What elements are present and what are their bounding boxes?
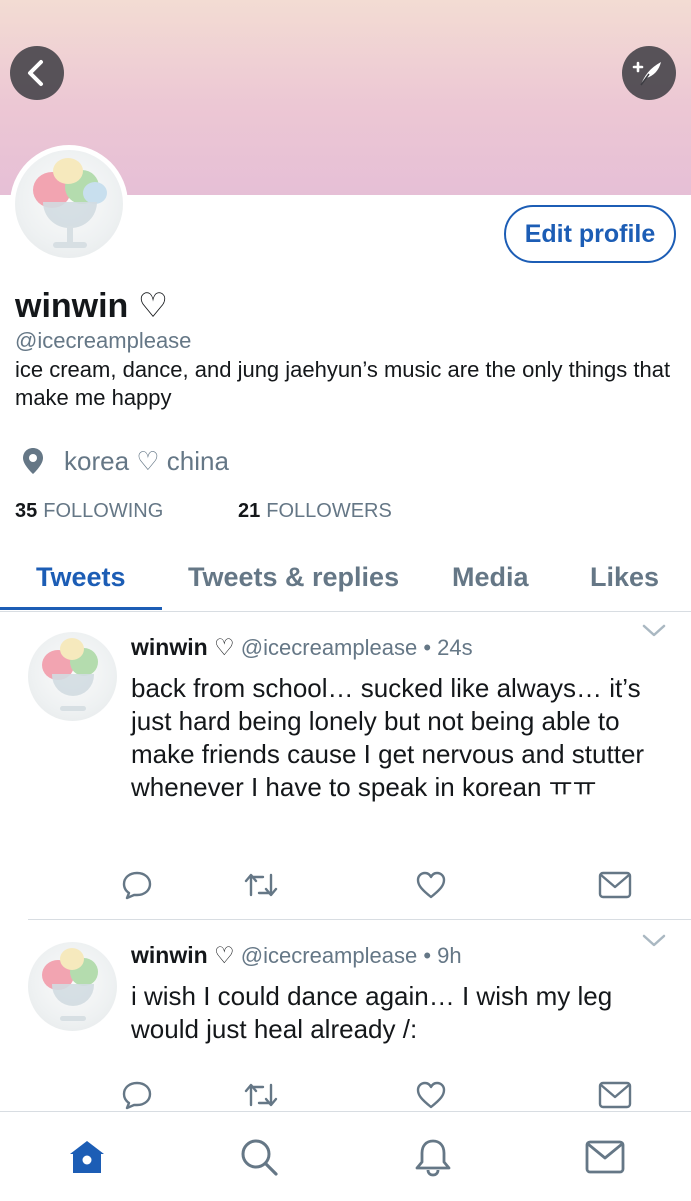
profile-avatar[interactable]: [10, 145, 128, 263]
edit-profile-button[interactable]: Edit profile: [504, 205, 676, 263]
followers-stat[interactable]: 21 FOLLOWERS: [238, 500, 392, 523]
tweet-text: back from school… sucked like always… it…: [131, 673, 645, 802]
tweet-item[interactable]: winwin ♡ @icecreamplease • 24s back from…: [0, 612, 691, 920]
reply-icon: [122, 1081, 152, 1110]
tweet-avatar[interactable]: [28, 942, 117, 1031]
like-button[interactable]: [414, 868, 448, 902]
tweet-author-handle: @icecreamplease: [240, 635, 418, 660]
bottom-tab-bar: [0, 1111, 691, 1201]
tweet-divider: [28, 919, 691, 920]
reply-button[interactable]: [120, 868, 154, 902]
location-text: korea ♡ china: [64, 445, 229, 476]
tab-likes[interactable]: Likes: [590, 545, 659, 609]
tweet-timestamp: 24s: [437, 635, 473, 660]
message-icon: [598, 1081, 632, 1109]
tweet-separator: •: [423, 635, 432, 660]
reply-icon: [122, 871, 152, 900]
nav-notifications[interactable]: [393, 1112, 473, 1201]
following-label: FOLLOWING: [43, 500, 164, 522]
reply-button[interactable]: [120, 1078, 154, 1112]
nav-messages[interactable]: [565, 1112, 645, 1201]
compose-icon: [632, 61, 661, 86]
tweet-author-name[interactable]: winwin ♡: [131, 634, 235, 660]
followers-count: 21: [238, 500, 261, 522]
tab-tweets-and-replies[interactable]: Tweets & replies: [188, 545, 399, 609]
back-arrow-icon: [28, 60, 43, 86]
profile-handle: @icecreamplease: [15, 328, 192, 353]
following-count: 35: [15, 500, 38, 522]
message-icon: [598, 871, 632, 899]
home-icon: [70, 1140, 104, 1173]
nav-search[interactable]: [219, 1112, 299, 1201]
notifications-icon: [415, 1139, 451, 1176]
nav-home[interactable]: [47, 1112, 127, 1201]
following-stat[interactable]: 35 FOLLOWING: [15, 500, 163, 523]
tweet-header: winwin ♡ @icecreamplease • 24s: [131, 634, 473, 661]
tab-media[interactable]: Media: [452, 545, 529, 609]
heart-icon: [416, 1081, 446, 1109]
messages-icon: [585, 1140, 625, 1173]
tweet-separator: •: [423, 943, 432, 968]
profile-display-name: winwin ♡: [15, 287, 169, 325]
direct-message-button[interactable]: [598, 868, 632, 902]
search-icon: [241, 1139, 278, 1176]
tab-tweets[interactable]: Tweets: [36, 545, 126, 609]
retweet-icon: [244, 873, 278, 897]
tweet-timestamp: 9h: [437, 943, 462, 968]
followers-label: FOLLOWERS: [266, 500, 392, 522]
like-button[interactable]: [414, 1078, 448, 1112]
location-pin-icon: [23, 448, 43, 474]
compose-button[interactable]: [622, 46, 676, 100]
tweet-text: i wish I could dance again… I wish my le…: [131, 981, 613, 1044]
chevron-down-icon[interactable]: [641, 622, 667, 640]
heart-icon: [416, 871, 446, 899]
retweet-icon: [244, 1083, 278, 1107]
tweet-item[interactable]: winwin ♡ @icecreamplease • 9h i wish I c…: [0, 922, 691, 1110]
profile-tabs: Tweets Tweets & replies Media Likes: [0, 545, 691, 612]
tweet-author-name[interactable]: winwin ♡: [131, 942, 235, 968]
retweet-button[interactable]: [243, 868, 279, 902]
tweet-header: winwin ♡ @icecreamplease • 9h: [131, 942, 462, 969]
profile-bio: ice cream, dance, and jung jaehyun’s mus…: [15, 357, 671, 410]
tweet-avatar[interactable]: [28, 632, 117, 721]
active-tab-indicator: [0, 607, 162, 610]
direct-message-button[interactable]: [598, 1078, 632, 1112]
retweet-button[interactable]: [243, 1078, 279, 1112]
ice-cream-avatar-image: [15, 150, 123, 258]
back-button[interactable]: [10, 46, 64, 100]
profile-location: korea ♡ china: [22, 444, 229, 478]
tweet-author-handle: @icecreamplease: [240, 943, 418, 968]
chevron-down-icon[interactable]: [641, 932, 667, 950]
